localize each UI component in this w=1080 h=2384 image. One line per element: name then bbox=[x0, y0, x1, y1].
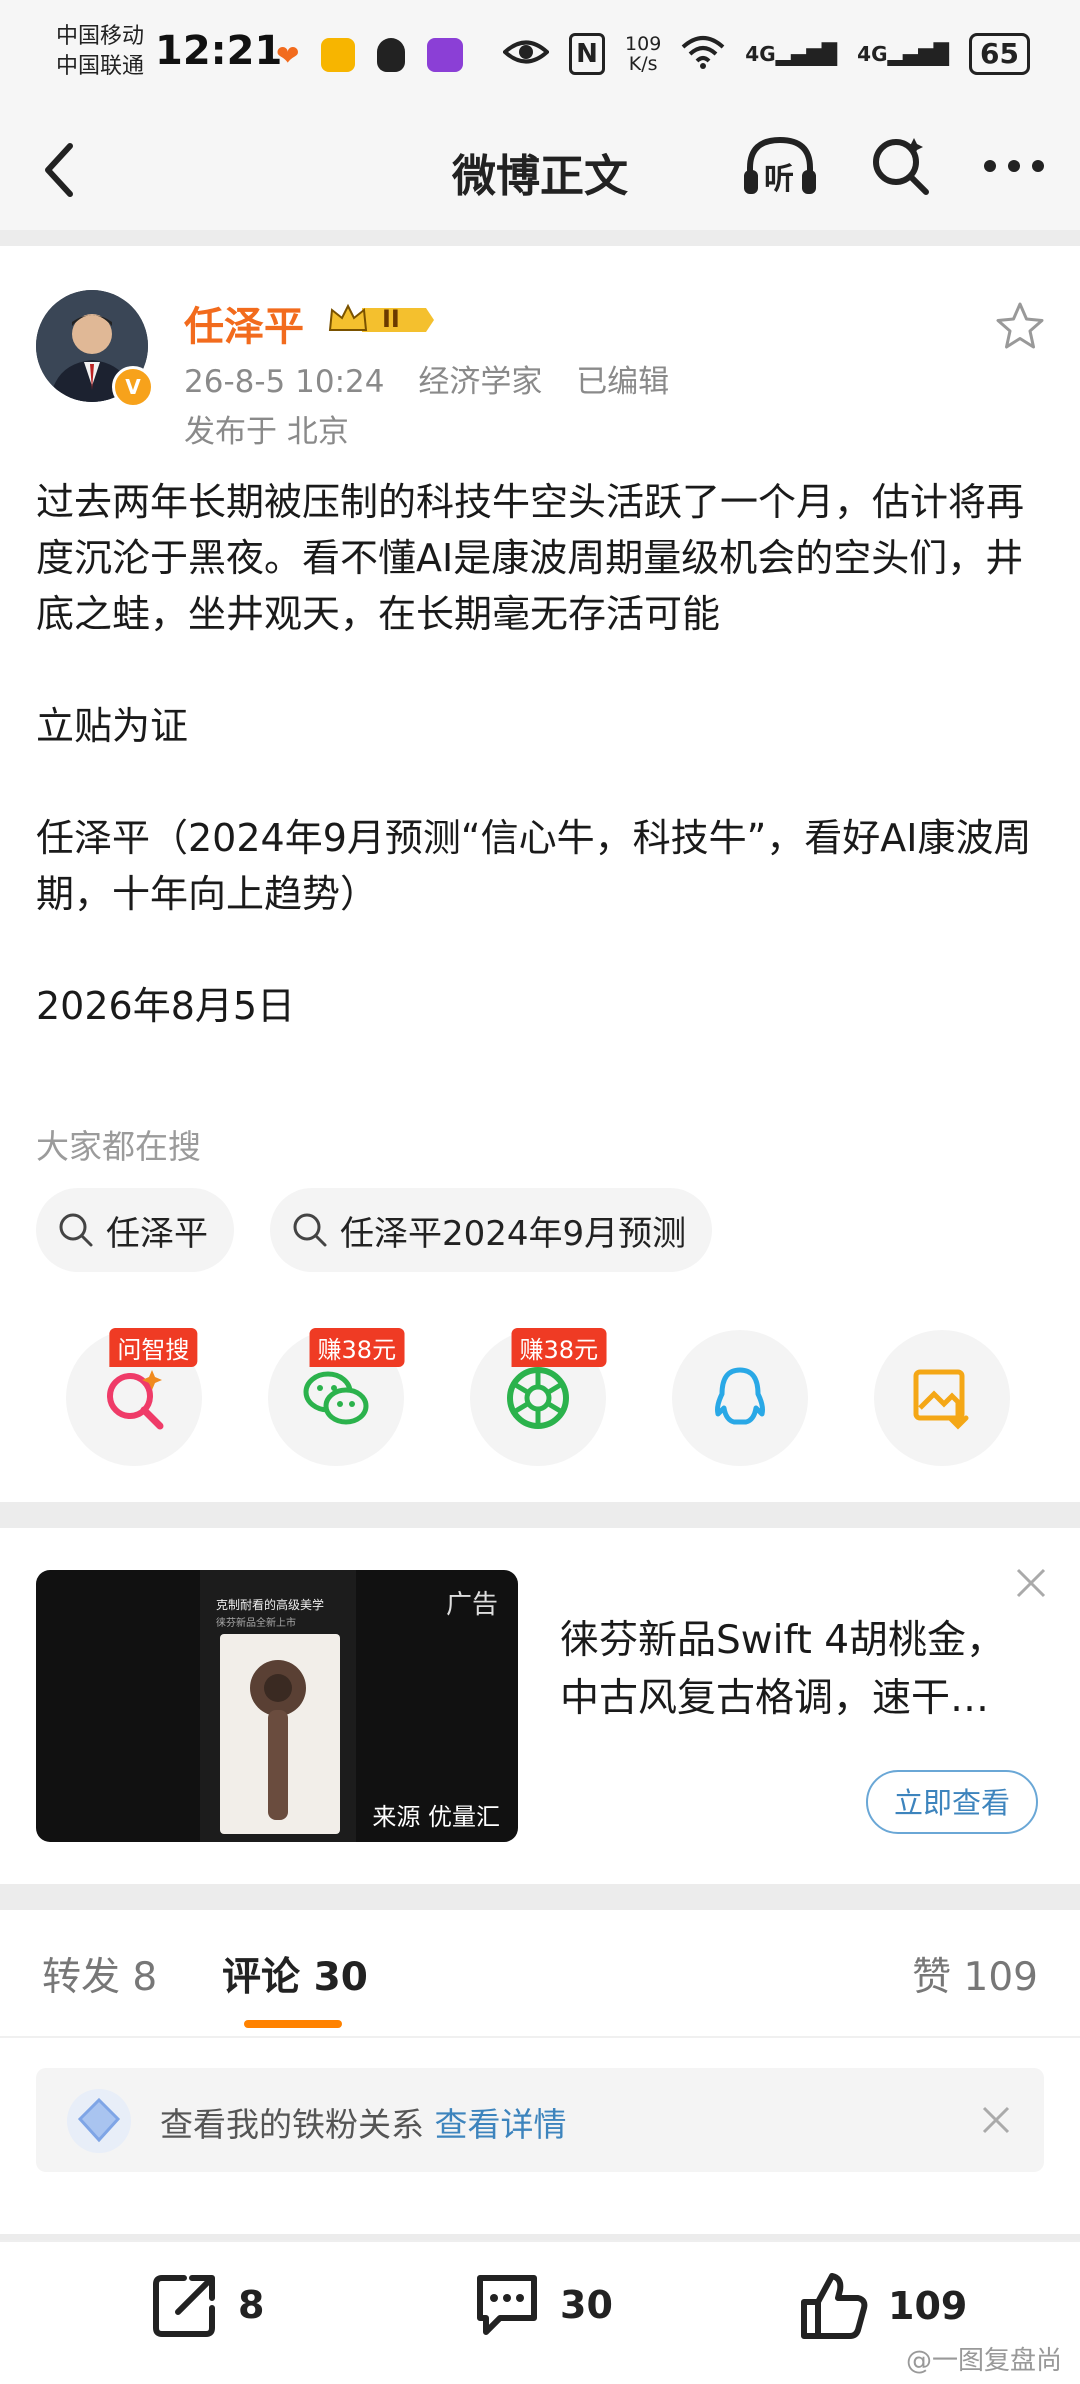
eye-icon bbox=[502, 37, 550, 72]
ad-view-button[interactable]: 立即查看 bbox=[866, 1770, 1038, 1834]
search-icon[interactable] bbox=[868, 134, 932, 198]
repost-icon bbox=[153, 2275, 215, 2337]
fans-text: 查看我的铁粉关系 查看详情 bbox=[160, 2098, 567, 2146]
level-text: II bbox=[382, 305, 400, 333]
heart-icon: ❤ bbox=[276, 38, 300, 72]
tab-indicator bbox=[244, 2020, 342, 2028]
listen-label: 听 bbox=[764, 162, 794, 197]
fan-diamond-icon bbox=[67, 2089, 131, 2153]
share-moments-button[interactable]: 赚38元 bbox=[470, 1328, 607, 1466]
hair-dryer-icon bbox=[250, 1660, 306, 1820]
post-time: 26-8-5 10:24 bbox=[184, 364, 385, 400]
fans-close-icon[interactable] bbox=[980, 2104, 1012, 2136]
ad-image[interactable]: 克制耐看的高级美学 徕芬新品全新上市 广告 来源 优量汇 bbox=[36, 1570, 518, 1842]
tab-like-label: 赞 bbox=[912, 1955, 952, 2000]
search-chip-label: 任泽平2024年9月预测 bbox=[340, 1213, 687, 1254]
repost-button[interactable]: 8 bbox=[148, 2268, 264, 2342]
post-location: 发布于 北京 bbox=[184, 414, 349, 450]
signal-1-label: 4G bbox=[745, 42, 776, 66]
tab-repost[interactable]: 转发 8 bbox=[42, 1946, 157, 2002]
qq-notify-icon bbox=[377, 38, 406, 72]
ad-image-subline: 徕芬新品全新上市 bbox=[216, 1618, 296, 1629]
weibo-icon bbox=[321, 38, 356, 72]
comment-icon bbox=[477, 2275, 537, 2335]
search-chip-1[interactable]: 任泽平 bbox=[36, 1188, 234, 1272]
ai-search-icon bbox=[107, 1370, 164, 1430]
tab-like[interactable]: 赞 109 bbox=[912, 1946, 1038, 2002]
nav-actions: 听 bbox=[742, 134, 1046, 198]
ad-label: 广告 bbox=[445, 1590, 498, 1620]
share-save-image-button[interactable] bbox=[874, 1330, 1010, 1466]
carrier-1: 中国移动 bbox=[56, 24, 145, 49]
carrier-2: 中国联通 bbox=[56, 54, 145, 79]
save-image-icon bbox=[913, 1369, 969, 1430]
search-chip-icon bbox=[293, 1213, 327, 1247]
post-body: 过去两年长期被压制的科技牛空头活跃了一个月，估计将再度沉沦于黑夜。看不懂AI是康… bbox=[36, 480, 1032, 1028]
net-speed: 109 K/s bbox=[625, 34, 661, 74]
search-hint: 大家都在搜 bbox=[36, 1127, 201, 1166]
search-chip-label: 任泽平 bbox=[106, 1213, 208, 1254]
qq-icon bbox=[715, 1367, 765, 1425]
post-source: 经济学家 bbox=[418, 364, 543, 400]
ad-image-headline: 克制耐看的高级美学 bbox=[216, 1598, 325, 1612]
post-meta: 26-8-5 10:24 经济学家 已编辑 bbox=[184, 356, 693, 401]
more-icon[interactable] bbox=[982, 156, 1046, 176]
status-icons: N 109 K/s 4G▂▄▆█ 4G▂▄▆█ 65 bbox=[502, 30, 1030, 78]
fans-label: 查看我的铁粉关系 bbox=[160, 2105, 424, 2144]
share-tag: 问智搜 bbox=[109, 1328, 198, 1367]
repost-count: 8 bbox=[238, 2283, 265, 2327]
moments-icon bbox=[507, 1367, 569, 1429]
ad-text[interactable]: 徕芬新品Swift 4胡桃金，中古风复古格调，速干… bbox=[560, 1612, 1040, 1728]
battery-icon: 65 bbox=[969, 33, 1030, 75]
watermark: @一图复盘尚 bbox=[905, 2346, 1062, 2376]
post-edited[interactable]: 已编辑 bbox=[576, 364, 669, 400]
like-button[interactable]: 109 bbox=[796, 2268, 967, 2344]
share-ai-search-button[interactable]: 问智搜 bbox=[66, 1328, 202, 1466]
tab-like-count: 109 bbox=[963, 1955, 1038, 2000]
tab-comment[interactable]: 评论 30 bbox=[222, 1946, 368, 2002]
thumbs-up-icon bbox=[801, 2273, 868, 2339]
share-tag: 赚38元 bbox=[309, 1328, 405, 1367]
share-tag: 赚38元 bbox=[511, 1328, 607, 1367]
notification-icons: ❤ bbox=[276, 38, 464, 72]
search-chip-2[interactable]: 任泽平2024年9月预测 bbox=[270, 1188, 713, 1272]
signal-1-icon: 4G▂▄▆█ bbox=[745, 42, 838, 66]
wechat-icon bbox=[303, 1371, 369, 1425]
verified-badge: V bbox=[112, 366, 154, 408]
author-name[interactable]: 任泽平 bbox=[184, 294, 304, 352]
ad-source: 来源 优量汇 bbox=[372, 1803, 500, 1831]
signal-2-icon: 4G▂▄▆█ bbox=[857, 42, 950, 66]
comment-button[interactable]: 30 bbox=[470, 2268, 613, 2342]
fans-detail-link[interactable]: 查看详情 bbox=[435, 2105, 567, 2144]
wifi-icon bbox=[681, 35, 725, 74]
ad-close-icon[interactable] bbox=[1014, 1566, 1048, 1600]
signal-2-label: 4G bbox=[857, 42, 888, 66]
favorite-star-icon[interactable] bbox=[994, 300, 1046, 352]
tab-comment-count: 30 bbox=[313, 1955, 368, 2000]
net-speed-value: 109 bbox=[625, 33, 662, 55]
nfc-icon: N bbox=[569, 33, 606, 75]
status-time: 12:21 bbox=[155, 28, 283, 74]
search-chip-icon bbox=[59, 1213, 93, 1247]
member-level-badge[interactable]: II bbox=[326, 300, 436, 340]
share-wechat-button[interactable]: 赚38元 bbox=[268, 1328, 405, 1466]
tab-comment-label: 评论 bbox=[222, 1955, 301, 2000]
carrier-labels: 中国移动 中国联通 bbox=[56, 22, 144, 82]
net-speed-unit: K/s bbox=[628, 53, 658, 75]
crown-icon bbox=[328, 303, 434, 332]
like-count: 109 bbox=[888, 2284, 968, 2328]
comment-count: 30 bbox=[560, 2283, 613, 2327]
tab-repost-label: 转发 bbox=[42, 1955, 121, 2000]
share-qq-button[interactable] bbox=[672, 1330, 808, 1466]
bank-app-icon bbox=[427, 38, 464, 72]
tab-repost-count: 8 bbox=[132, 1955, 158, 2000]
listen-button[interactable]: 听 bbox=[742, 134, 818, 198]
